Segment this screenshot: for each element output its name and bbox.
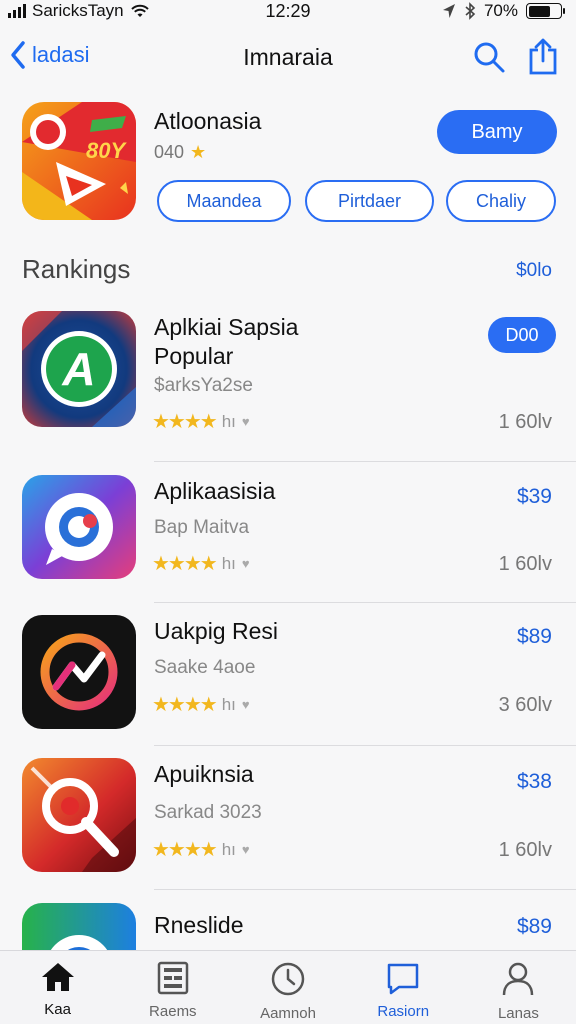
app-name-line2: Popular xyxy=(154,343,234,369)
battery-percent: 70% xyxy=(483,1,518,20)
section-title: Rankings xyxy=(22,254,131,284)
bluetooth-icon xyxy=(465,2,476,20)
clock-icon xyxy=(271,962,305,996)
list-item[interactable]: Apuiknsia Sarkad 3023 ★★★★ hı ♥ 1 60lv $… xyxy=(0,758,576,900)
wifi-icon xyxy=(130,4,149,17)
download-count: 3 60lv xyxy=(498,694,552,716)
rating-row: ★★★★ hı ♥ xyxy=(152,551,250,576)
back-button[interactable]: ladasi xyxy=(10,40,89,70)
grid-icon xyxy=(157,961,189,995)
app-name: Apuiknsia xyxy=(154,761,254,787)
signal-icon xyxy=(8,4,26,18)
divider xyxy=(154,889,576,890)
featured-app-name: Atloonasia xyxy=(154,108,262,134)
download-count: 1 60lv xyxy=(498,553,552,575)
featured-rating: 040 ★ xyxy=(154,142,206,163)
rating-label: hı xyxy=(221,839,236,859)
star-rating: ★★★★ xyxy=(152,411,218,433)
app-name: Aplkiai Sapsia Popular xyxy=(154,313,298,371)
app-icon xyxy=(22,758,136,872)
rating-row: ★★★★ hı ♥ xyxy=(152,409,250,434)
location-icon xyxy=(442,4,455,18)
app-subtitle: Saake 4aoe xyxy=(154,657,256,678)
heart-icon[interactable]: ♥ xyxy=(242,556,250,571)
tab-label: Raems xyxy=(149,1003,197,1020)
featured-app-icon[interactable]: 80Y xyxy=(22,102,136,220)
app-subtitle: Sarkad 3023 xyxy=(154,802,262,823)
chat-icon xyxy=(387,963,419,995)
app-name: Uakpig Resi xyxy=(154,618,278,644)
nav-bar: ladasi Imnaraia xyxy=(0,30,576,86)
tab-bar: Kaa Raems Aamnoh Rasiorn Lanas xyxy=(0,950,576,1024)
status-bar: SaricksTayn 12:29 70% xyxy=(0,0,576,22)
see-all-link[interactable]: $0lo xyxy=(516,260,552,282)
download-count: 1 60lv xyxy=(498,839,552,861)
tab-label: Kaa xyxy=(44,1001,71,1018)
price-button[interactable]: $89 xyxy=(517,625,552,649)
app-icon xyxy=(22,475,136,579)
home-icon xyxy=(41,963,74,991)
star-rating: ★★★★ xyxy=(152,694,218,716)
app-subtitle: Bap Maitva xyxy=(154,517,250,538)
carrier-label: SaricksTayn xyxy=(32,1,124,20)
list-item[interactable]: Rneslide $89 xyxy=(0,903,576,950)
tab-messages[interactable]: Rasiorn xyxy=(346,951,461,1024)
tab-label: Lanas xyxy=(497,1005,539,1022)
star-icon: ★ xyxy=(190,142,207,162)
app-name: Aplikaasisia xyxy=(154,478,276,504)
list-item[interactable]: A Aplkiai Sapsia Popular $arksYa2se ★★★★… xyxy=(0,311,576,462)
rating-row: ★★★★ hı ♥ xyxy=(152,837,250,862)
tab-home[interactable]: Kaa xyxy=(0,951,115,1024)
tab-games[interactable]: Raems xyxy=(115,951,230,1024)
divider xyxy=(154,745,576,746)
buy-button[interactable]: Bamy xyxy=(437,110,557,154)
get-button[interactable]: D00 xyxy=(488,317,556,353)
battery-icon xyxy=(526,3,565,19)
battery-fill xyxy=(528,5,551,17)
tab-label: Aamnoh xyxy=(260,1005,316,1022)
list-item[interactable]: Uakpig Resi Saake 4aoe ★★★★ hı ♥ 3 60lv … xyxy=(0,615,576,757)
star-rating: ★★★★ xyxy=(152,839,218,861)
download-count: 1 60lv xyxy=(498,411,552,433)
status-left: SaricksTayn xyxy=(8,1,150,21)
app-subtitle: $arksYa2se xyxy=(154,375,253,396)
app-icon xyxy=(22,615,136,729)
rating-label: hı xyxy=(221,694,236,714)
rating-label: hı xyxy=(221,411,236,431)
chip-chaliy[interactable]: Chaliy xyxy=(446,180,556,222)
svg-text:80Y: 80Y xyxy=(86,138,127,163)
price-button[interactable]: $39 xyxy=(517,485,552,509)
status-right: 70% xyxy=(442,1,565,21)
nav-actions xyxy=(472,38,558,76)
tab-history[interactable]: Aamnoh xyxy=(230,951,345,1024)
chip-pirtdaer[interactable]: Pirtdaer xyxy=(305,180,434,222)
app-name: Rneslide xyxy=(154,912,244,938)
list-item[interactable]: Aplikaasisia Bap Maitva ★★★★ hı ♥ 1 60lv… xyxy=(0,475,576,617)
person-icon xyxy=(503,962,534,996)
price-button[interactable]: $38 xyxy=(517,770,552,794)
rating-label: hı xyxy=(221,553,236,573)
featured-app: 80Y Atloonasia 040 ★ Bamy Maandea Pirtda… xyxy=(22,102,558,226)
chip-maandea[interactable]: Maandea xyxy=(157,180,291,222)
app-icon xyxy=(22,903,136,950)
heart-icon[interactable]: ♥ xyxy=(242,697,250,712)
svg-text:A: A xyxy=(61,343,95,395)
chevron-left-icon xyxy=(11,41,25,69)
app-name-line1: Aplkiai Sapsia xyxy=(154,314,299,340)
search-icon[interactable] xyxy=(472,40,506,74)
back-label: ladasi xyxy=(32,42,90,67)
heart-icon[interactable]: ♥ xyxy=(242,414,250,429)
price-button[interactable]: $89 xyxy=(517,915,552,939)
divider xyxy=(154,461,576,462)
featured-rating-value: 040 xyxy=(154,142,185,162)
tab-profile[interactable]: Lanas xyxy=(461,951,576,1024)
star-rating: ★★★★ xyxy=(152,553,218,575)
tab-label: Rasiorn xyxy=(377,1003,430,1020)
app-icon: A xyxy=(22,311,136,427)
share-icon[interactable] xyxy=(528,38,558,76)
heart-icon[interactable]: ♥ xyxy=(242,842,250,857)
divider xyxy=(154,602,576,603)
rating-row: ★★★★ hı ♥ xyxy=(152,692,250,717)
